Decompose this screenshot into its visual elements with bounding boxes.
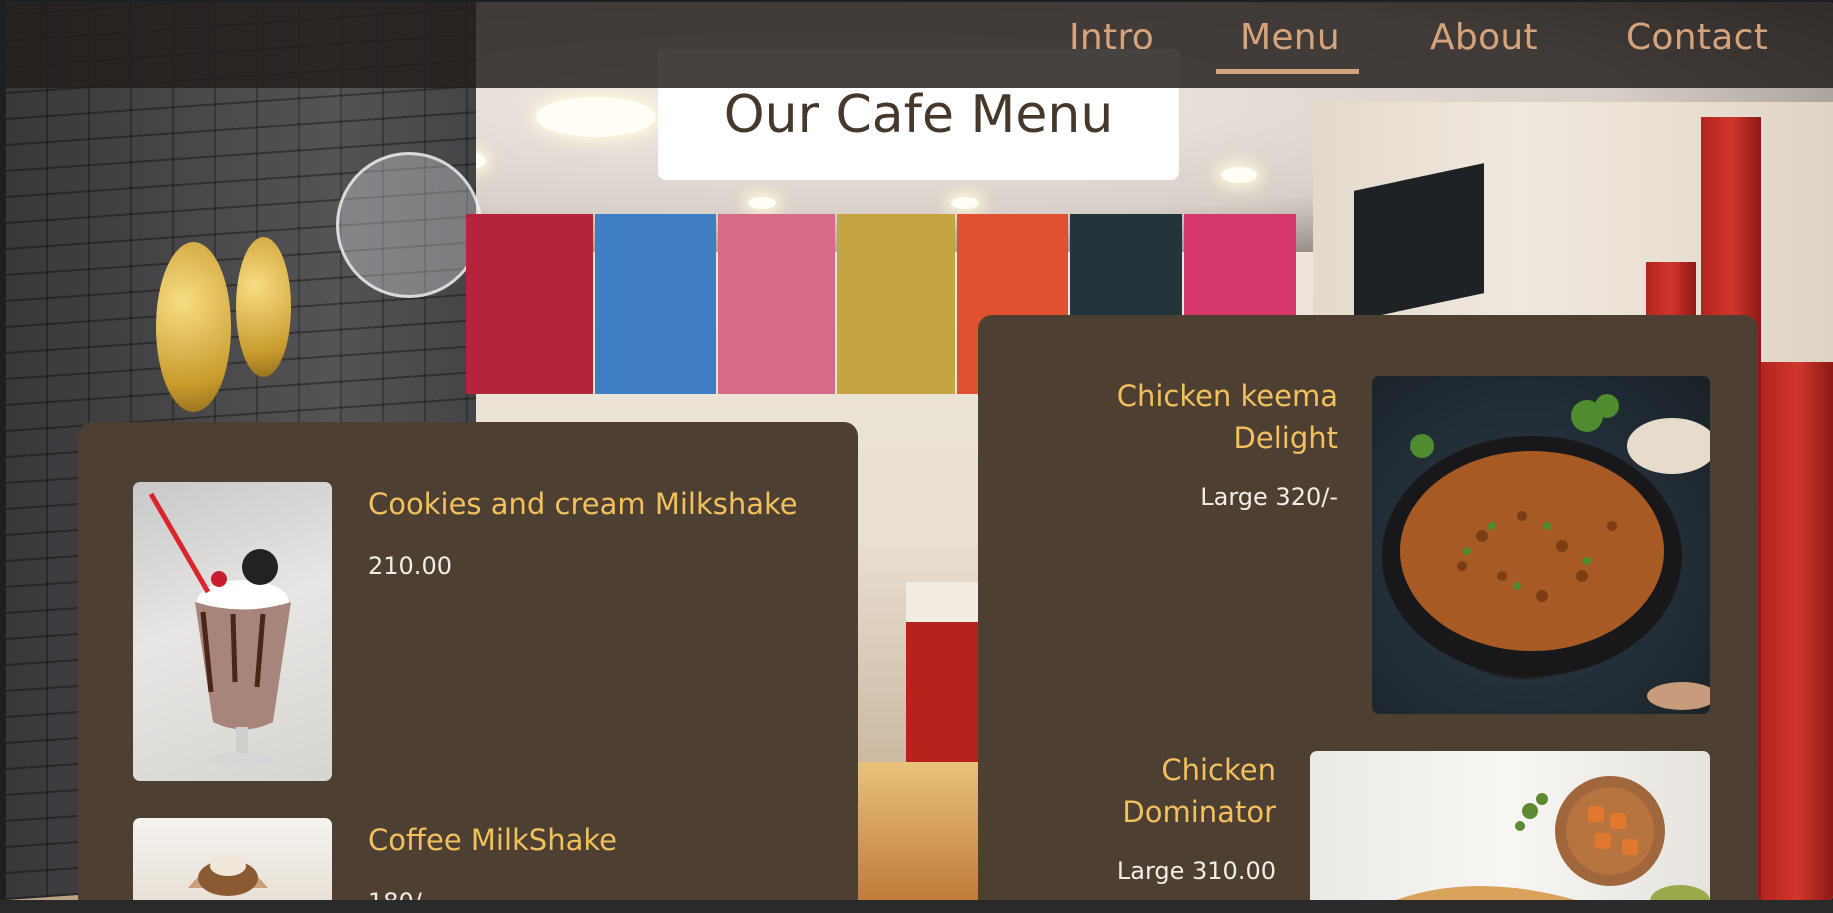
item-price-coffee-milkshake: 180/-	[368, 888, 431, 900]
title-box: Our Cafe Menu	[658, 49, 1179, 180]
wall-tv	[1354, 163, 1484, 321]
item-name-line: Delight	[1233, 421, 1338, 455]
red-pillar	[1761, 362, 1833, 900]
menu-card-left: Cookies and cream Milkshake 210.00 Coffe…	[78, 422, 858, 900]
ceiling-light	[951, 197, 979, 209]
nav-about[interactable]: About	[1430, 17, 1538, 58]
brass-plate	[236, 237, 291, 377]
item-name-chicken-dominator: Chicken Dominator	[1036, 749, 1276, 833]
item-name-chicken-keema: Chicken keema Delight	[1038, 375, 1338, 459]
nav-active-indicator	[1216, 69, 1359, 74]
item-name-line: Dominator	[1122, 795, 1276, 829]
item-price-chicken-dominator: Large 310.00	[1116, 857, 1276, 885]
item-price-chicken-keema: Large 320/-	[1200, 483, 1338, 511]
milkshake-glass-icon	[148, 492, 291, 767]
menu-card-right: Chicken keema Delight Large 320/- Chicke…	[978, 315, 1758, 900]
chicken-dominator-image[interactable]	[1310, 751, 1710, 900]
milkshake-image[interactable]	[133, 482, 332, 781]
keema-pan-icon	[1382, 394, 1710, 710]
coffee-cup-icon	[188, 856, 268, 896]
chicken-keema-image[interactable]	[1372, 376, 1710, 714]
cafe-menu-page: Intro Menu About Contact Our Cafe Menu C…	[6, 2, 1833, 900]
nav-contact[interactable]: Contact	[1626, 17, 1768, 58]
item-name-line: Chicken keema	[1116, 379, 1338, 413]
wall-menu-board	[466, 214, 593, 394]
title-box-header-overlap	[658, 49, 1179, 88]
wall-menu-board	[837, 214, 955, 394]
window-bottom-edge	[0, 900, 1833, 913]
item-price-milkshake: 210.00	[368, 552, 452, 580]
ceiling-light	[536, 97, 656, 137]
item-name-milkshake: Cookies and cream Milkshake	[368, 487, 798, 521]
ceiling-light	[748, 197, 776, 209]
wall-menu-board	[718, 214, 835, 394]
nav-menu[interactable]: Menu	[1240, 17, 1340, 58]
item-name-line: Chicken	[1161, 753, 1276, 787]
brass-plate	[156, 242, 231, 412]
page-title: Our Cafe Menu	[723, 85, 1114, 145]
item-name-coffee-milkshake: Coffee MilkShake	[368, 823, 617, 857]
pizza-plate-icon	[1395, 776, 1710, 900]
wall-menu-board	[595, 214, 716, 394]
wall-fan	[336, 152, 482, 298]
ceiling-light	[1221, 167, 1257, 183]
coffee-milkshake-image[interactable]	[133, 818, 332, 900]
